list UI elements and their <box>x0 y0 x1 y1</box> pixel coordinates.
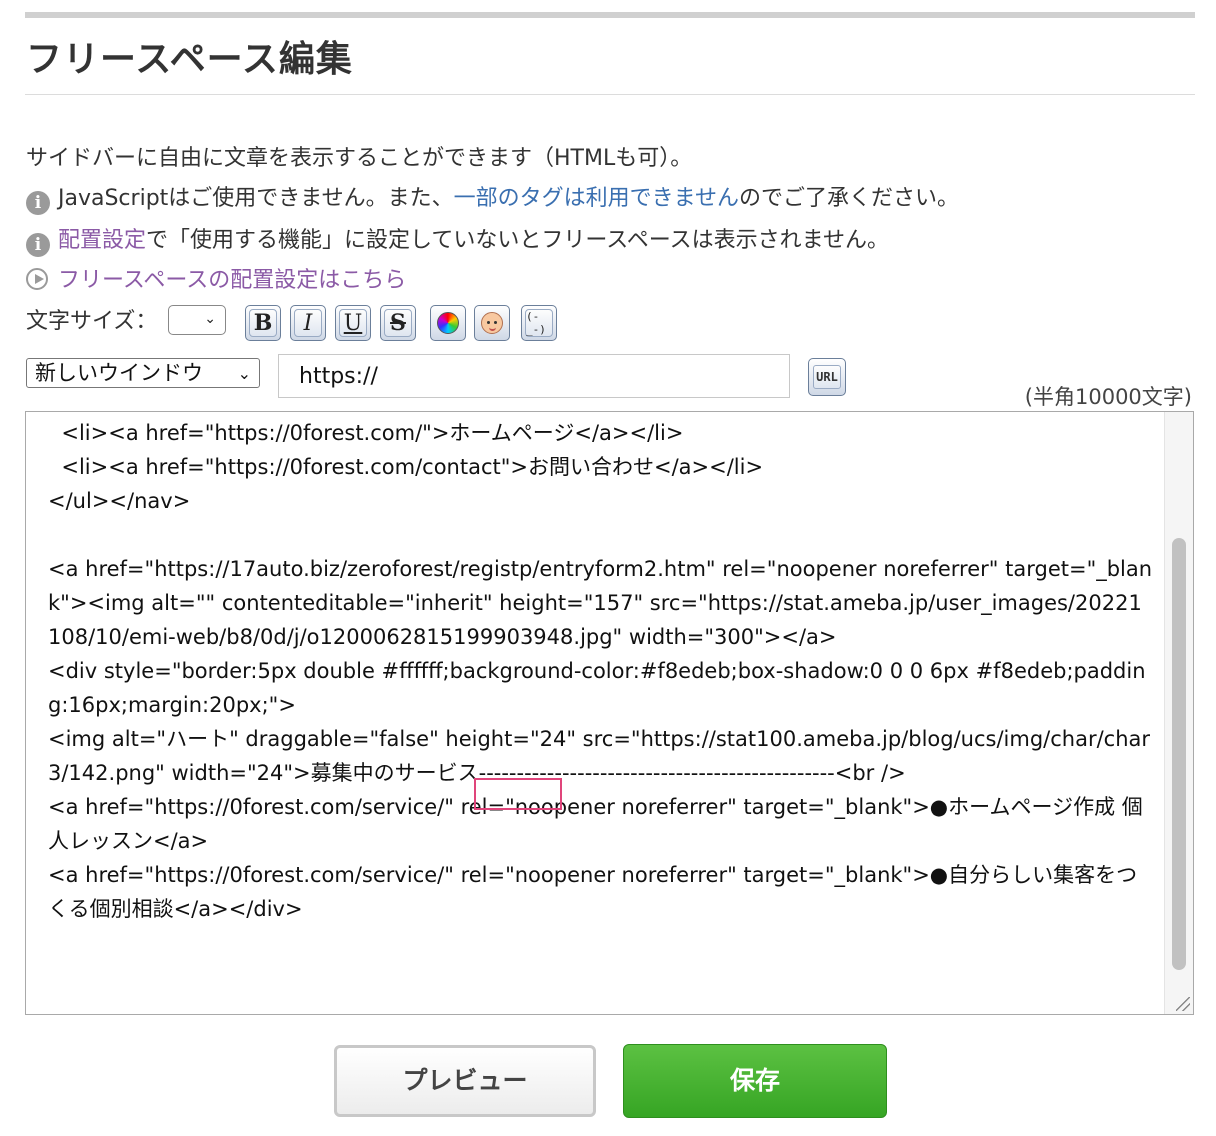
link-target-value: 新しいウインドウ <box>35 361 203 385</box>
text-color-button[interactable] <box>430 305 466 341</box>
editor-scrollbar[interactable] <box>1164 412 1193 1014</box>
emoji-button[interactable] <box>474 305 510 341</box>
br-tag-highlight <box>474 778 562 810</box>
title-divider <box>25 94 1195 95</box>
emoticon-button[interactable]: (-_-) <box>521 305 557 341</box>
preview-button[interactable]: プレビュー <box>334 1045 596 1117</box>
face-icon <box>481 312 503 334</box>
info-icon: i <box>26 233 50 257</box>
placement-notice: i 配置設定で「使用する機能」に設定していないとフリースペースは表示されません。 <box>26 222 889 257</box>
insert-url-button[interactable]: URL <box>808 358 846 396</box>
emoticon-icon: (-_-) <box>525 309 553 337</box>
font-size-label: 文字サイズ： <box>26 309 158 334</box>
url-icon: URL <box>813 365 841 389</box>
scrollbar-thumb[interactable] <box>1172 538 1186 970</box>
editor-content[interactable]: <li><a href="https://0forest.com/">ホームペー… <box>48 416 1153 926</box>
italic-button[interactable]: I <box>290 305 326 341</box>
color-palette-icon <box>437 312 459 334</box>
page-title: フリースペース編集 <box>26 39 353 80</box>
info-icon: i <box>26 191 50 215</box>
save-button[interactable]: 保存 <box>623 1044 887 1118</box>
underline-button[interactable]: U <box>335 305 371 341</box>
placement-notice-text: で「使用する機能」に設定していないとフリースペースは表示されません。 <box>146 228 889 253</box>
javascript-notice-suffix: のでご了承ください。 <box>738 186 959 211</box>
placement-settings-link[interactable]: 配置設定 <box>58 228 146 253</box>
underline-icon: U <box>339 309 367 337</box>
strikethrough-button[interactable]: S <box>380 305 416 341</box>
strikethrough-icon: S <box>384 309 412 337</box>
javascript-notice-text: JavaScriptはご使用できません。また、 <box>58 186 454 211</box>
html-editor[interactable]: <li><a href="https://0forest.com/">ホームペー… <box>25 411 1194 1015</box>
top-rule <box>25 12 1195 18</box>
freespace-placement-link[interactable]: フリースペースの配置設定はこちら <box>58 268 406 293</box>
play-circle-icon <box>26 268 48 290</box>
char-limit-label: (半角10000文字) <box>1024 385 1192 409</box>
description-text: サイドバーに自由に文章を表示することができます（HTMLも可）。 <box>26 146 693 171</box>
bold-button[interactable]: B <box>245 305 281 341</box>
chevron-down-icon: ⌄ <box>204 311 216 327</box>
restricted-tags-link[interactable]: 一部のタグは利用できません <box>454 186 739 211</box>
italic-icon: I <box>294 309 322 337</box>
url-input[interactable]: https:// <box>278 354 790 398</box>
chevron-down-icon: ⌄ <box>237 364 251 383</box>
link-target-select[interactable]: 新しいウインドウ ⌄ <box>26 358 260 388</box>
resize-handle-icon[interactable] <box>1176 997 1190 1011</box>
placement-link-row: フリースペースの配置設定はこちら <box>26 262 406 294</box>
font-size-select[interactable]: ⌄ <box>168 305 226 335</box>
bold-icon: B <box>249 309 277 337</box>
javascript-notice: i JavaScriptはご使用できません。また、一部のタグは利用できませんのでご… <box>26 180 959 215</box>
